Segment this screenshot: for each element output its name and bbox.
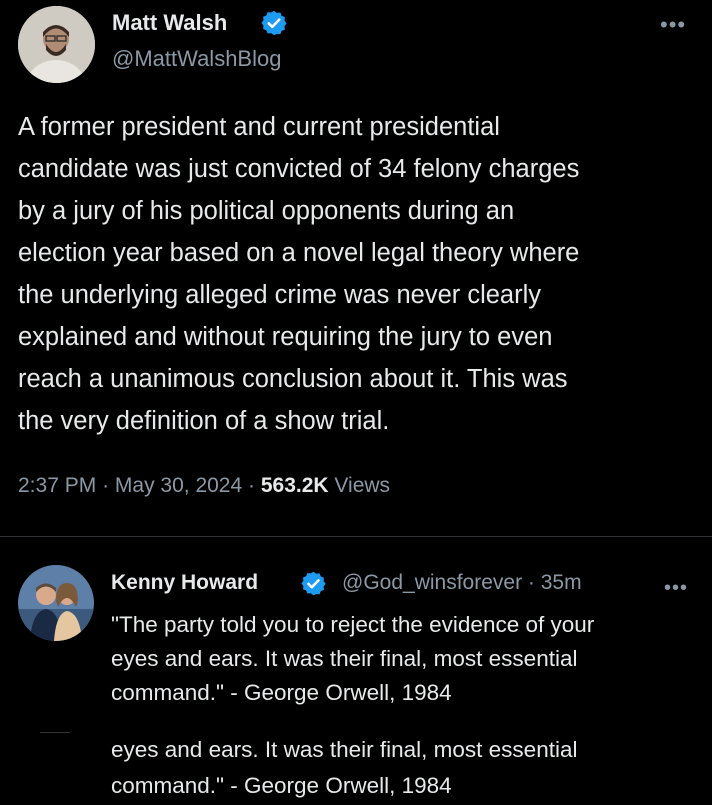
reply-author-handle: @God_winsforever · 35m [342,571,582,595]
divider [0,536,712,537]
tweet-time[interactable]: 2:37 PM [18,474,96,497]
reply-text: "The party told you to reject the eviden… [111,608,594,710]
reply-handle[interactable]: @God_winsforever [342,571,522,594]
verified-badge-icon [260,9,288,42]
tweet-text: A former president and current president… [18,106,698,442]
tweet-text-line: explained and without requiring the jury… [18,323,553,351]
tweet-text-line: the underlying alleged crime was never c… [18,281,542,309]
duplicate-text-line: eyes and ears. It was their final, most … [111,737,578,762]
reply-author-name[interactable]: Kenny Howard [111,571,258,595]
tweet-text-line: the very definition of a show trial. [18,407,390,435]
more-options-icon[interactable]: ••• [660,14,686,36]
views-label: Views [334,474,391,497]
verified-badge-icon [300,570,327,602]
more-options-icon[interactable]: ••• [664,578,688,598]
views-count: 563.2K [260,474,329,497]
duplicate-reply-text: eyes and ears. It was their final, most … [111,732,577,804]
meta-separator: · [102,474,110,497]
reply-text-line: command." - George Orwell, 1984 [111,680,452,705]
author-name[interactable]: Matt Walsh [112,10,227,36]
author-handle[interactable]: @MattWalshBlog [112,46,281,72]
reply-text-line: eyes and ears. It was their final, most … [111,646,578,671]
tweet-meta: 2:37 PM · May 30, 2024 · 563.2K Views [18,474,390,498]
duplicate-text-line: command." - George Orwell, 1984 [111,773,452,798]
tweet-text-line: A former president and current president… [18,113,500,141]
tweet-text-line: election year based on a novel legal the… [18,239,580,267]
meta-separator: · [527,571,535,594]
tweet-text-line: by a jury of his political opponents dur… [18,197,515,225]
reply-age[interactable]: 35m [541,571,582,594]
reply-avatar[interactable] [18,565,94,641]
reply-text-line: "The party told you to reject the eviden… [111,612,595,637]
tweet-date[interactable]: May 30, 2024 [115,474,242,497]
author-avatar[interactable] [18,6,95,83]
meta-separator: · [248,474,256,497]
divider [40,732,70,733]
tweet-text-line: candidate was just convicted of 34 felon… [18,155,580,183]
tweet-text-line: reach a unanimous conclusion about it. T… [18,365,568,393]
